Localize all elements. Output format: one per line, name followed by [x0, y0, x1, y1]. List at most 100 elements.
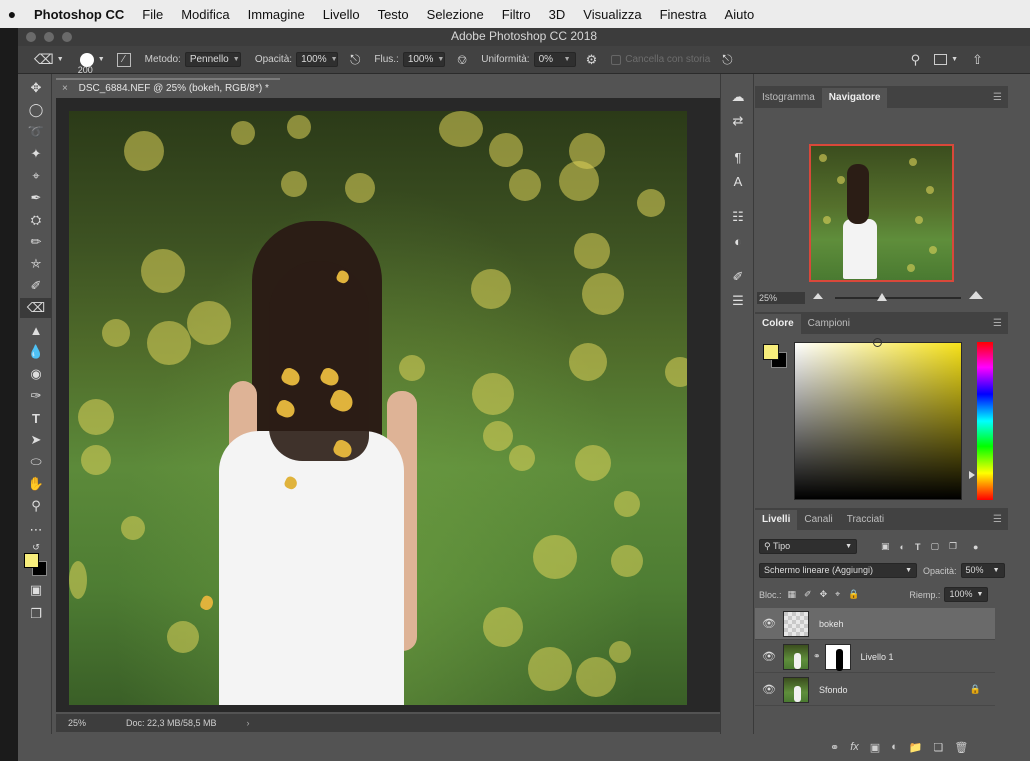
eye-icon[interactable]: 👁 — [755, 683, 783, 696]
libraries-icon[interactable]: ☁ — [721, 86, 755, 108]
tab-livelli[interactable]: Livelli — [755, 510, 798, 530]
tab-tracciati[interactable]: Tracciati — [840, 510, 891, 530]
lock-artboard-icon[interactable]: ⌖ — [835, 589, 840, 600]
eraser-tool-preset-icon[interactable]: ⌫ — [34, 51, 54, 68]
hue-slider[interactable] — [977, 342, 993, 500]
tab-colore[interactable]: Colore — [755, 314, 801, 334]
crop-tool-icon[interactable]: ⌖ — [20, 166, 52, 186]
menu-selezione[interactable]: Selezione — [427, 7, 484, 22]
blend-mode-select[interactable]: Schermo lineare (Aggiungi) ▼ — [759, 563, 917, 578]
shape-tool-icon[interactable]: ⬭ — [20, 452, 52, 472]
close-tab-icon[interactable]: × — [62, 83, 68, 94]
new-group-icon[interactable]: 📁 — [909, 741, 923, 754]
hand-tool-icon[interactable]: ✋ — [20, 474, 52, 494]
filter-toggle-icon[interactable]: ● — [973, 542, 978, 552]
brush-settings-panel-icon[interactable]: ⇄ — [721, 110, 755, 132]
metodo-select[interactable]: Pennello ▼ — [184, 52, 241, 67]
workspace-icon[interactable] — [934, 54, 948, 65]
lock-transparency-icon[interactable]: ▦ — [788, 589, 797, 600]
lock-position-icon[interactable]: ✥ — [820, 589, 828, 600]
gear-icon[interactable]: ⚙ — [586, 52, 598, 68]
tab-canali[interactable]: Canali — [797, 510, 839, 530]
menu-immagine[interactable]: Immagine — [248, 7, 305, 22]
screen-mode-icon[interactable]: ❐ — [20, 604, 52, 624]
paint-bucket-tool-icon[interactable]: ▲ — [20, 320, 52, 340]
filter-shape-icon[interactable]: ▢ — [930, 541, 939, 552]
menu-filtro[interactable]: Filtro — [502, 7, 531, 22]
lock-all-icon[interactable]: 🔒 — [848, 589, 859, 600]
filter-adjustment-icon[interactable]: ◐ — [900, 542, 905, 552]
close-window-button[interactable] — [26, 32, 36, 42]
link-icon[interactable]: ⚭ — [813, 651, 821, 662]
menu-testo[interactable]: Testo — [378, 7, 409, 22]
pressure-opacity-icon[interactable]: ⎋ — [350, 52, 360, 68]
pen-tool-icon[interactable]: ✑ — [20, 386, 52, 406]
status-zoom[interactable]: 25% — [62, 718, 92, 728]
chevron-down-icon[interactable]: ▼ — [57, 56, 64, 63]
hue-slider-caret[interactable] — [969, 471, 975, 479]
chevron-right-icon[interactable]: › — [247, 718, 250, 728]
path-selection-tool-icon[interactable]: ➤ — [20, 430, 52, 450]
layer-opacity-field[interactable]: 50% ▼ — [960, 563, 1005, 578]
delete-layer-icon[interactable]: 🗑 — [954, 741, 968, 754]
history-brush-tool-icon[interactable]: ✐ — [20, 276, 52, 296]
brush-tool-icon[interactable]: ✏ — [20, 232, 52, 252]
tool-presets-icon[interactable]: ☰ — [721, 290, 755, 312]
menu-modifica[interactable]: Modifica — [181, 7, 229, 22]
brush-preset-picker[interactable]: 200 — [78, 52, 94, 75]
chevron-down-icon[interactable]: ▼ — [951, 56, 958, 63]
eye-icon[interactable]: 👁 — [755, 650, 783, 663]
panel-menu-icon[interactable]: ☰ — [993, 514, 1002, 525]
filter-type-icon[interactable]: T — [915, 542, 921, 552]
navigator-thumbnail[interactable] — [809, 144, 954, 282]
layer-filter-select[interactable]: ⚲ Tipo ▼ — [759, 539, 857, 554]
zoom-window-button[interactable] — [62, 32, 72, 42]
eye-icon[interactable]: 👁 — [755, 617, 783, 630]
new-adjustment-icon[interactable]: ◐ — [891, 741, 898, 754]
eyedropper-tool-icon[interactable]: ✒ — [20, 188, 52, 208]
menu-finestra[interactable]: Finestra — [660, 7, 707, 22]
type-tool-icon[interactable]: T — [20, 408, 52, 428]
tab-campioni[interactable]: Campioni — [801, 314, 857, 334]
navigator-slider-handle[interactable] — [877, 293, 887, 301]
airbrush-icon[interactable]: ⎊ — [457, 52, 467, 68]
new-layer-icon[interactable]: ❏ — [934, 741, 944, 754]
navigator-zoom-slider[interactable] — [835, 297, 961, 299]
menu-3d[interactable]: 3D — [549, 7, 566, 22]
layer-name[interactable]: Sfondo — [819, 685, 848, 695]
quick-mask-icon[interactable]: ▣ — [20, 580, 52, 600]
search-icon[interactable]: ⚲ — [911, 52, 921, 68]
properties-icon[interactable]: ☷ — [721, 206, 755, 228]
color-picker-cursor[interactable] — [873, 338, 882, 347]
adjustments-icon[interactable]: ◐ — [721, 230, 755, 252]
document-canvas-area[interactable] — [56, 98, 720, 712]
layer-style-icon[interactable]: fx — [850, 741, 859, 754]
layer-name[interactable]: bokeh — [819, 619, 844, 629]
menu-app[interactable]: Photoshop CC — [34, 7, 124, 22]
menu-aiuto[interactable]: Aiuto — [725, 7, 755, 22]
cancella-storia-checkbox[interactable] — [611, 54, 622, 65]
layer-mask-thumbnail[interactable] — [824, 643, 851, 671]
add-mask-icon[interactable]: ▣ — [870, 741, 880, 754]
apple-icon[interactable]: ● — [0, 6, 24, 22]
dodge-tool-icon[interactable]: ◉ — [20, 364, 52, 384]
document-tab[interactable]: × DSC_6884.NEF @ 25% (bokeh, RGB/8*) * — [56, 78, 280, 98]
pressure-size-icon[interactable]: ⎋ — [722, 52, 732, 68]
panel-menu-icon[interactable]: ☰ — [993, 318, 1002, 329]
swap-colors-icon[interactable]: ↺ — [20, 540, 52, 554]
blur-tool-icon[interactable]: 💧 — [20, 342, 52, 362]
share-icon[interactable]: ⇧ — [972, 52, 983, 68]
color-foreground-swatch[interactable] — [763, 344, 779, 360]
more-tools-icon[interactable]: ⋯ — [20, 520, 52, 540]
move-tool-icon[interactable]: ✥ — [20, 78, 52, 98]
healing-brush-tool-icon[interactable]: ⛭ — [20, 210, 52, 230]
link-layers-icon[interactable]: ⚭ — [830, 741, 839, 754]
filter-smart-object-icon[interactable]: ❐ — [949, 541, 957, 552]
uniformita-field[interactable]: 0% ▼ — [533, 52, 576, 67]
menu-file[interactable]: File — [142, 7, 163, 22]
tab-navigatore[interactable]: Navigatore — [821, 88, 888, 108]
foreground-color-swatch[interactable] — [24, 553, 39, 568]
zoom-out-icon[interactable] — [813, 293, 823, 299]
layer-row-sfondo[interactable]: 👁 Sfondo 🔒 — [755, 674, 995, 706]
clone-stamp-tool-icon[interactable]: ⛤ — [20, 254, 52, 274]
